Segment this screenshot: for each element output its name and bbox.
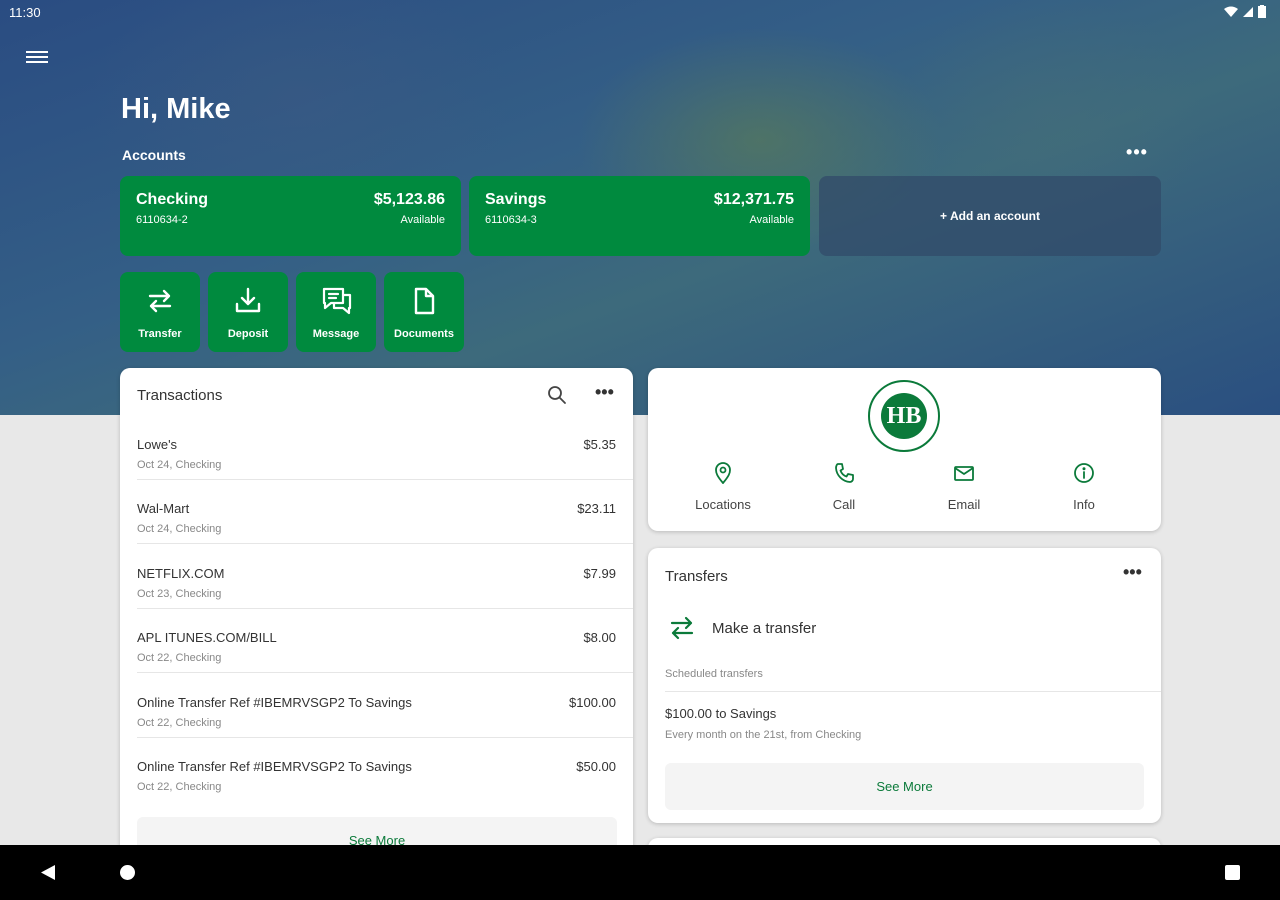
greeting-title: Hi, Mike xyxy=(121,93,231,125)
email-label: Email xyxy=(947,497,981,512)
account-name: Savings xyxy=(485,191,547,208)
divider xyxy=(665,691,1161,692)
transaction-description: APL ITUNES.COM/BILL xyxy=(137,630,277,645)
status-bar: 11:30 xyxy=(0,0,1280,26)
scheduled-transfer-detail: Every month on the 21st, from Checking xyxy=(665,729,862,741)
documents-label: Documents xyxy=(394,328,454,340)
deposit-icon xyxy=(235,287,261,313)
call-label: Call xyxy=(832,497,856,512)
status-icons xyxy=(1224,5,1266,18)
divider xyxy=(137,608,633,609)
transaction-date: Oct 22, Checking xyxy=(137,717,222,729)
transfer-icon xyxy=(670,616,694,640)
transaction-row[interactable]: Wal-Mart Oct 24, Checking $23.11 xyxy=(120,501,633,565)
balance-label: Available xyxy=(749,214,794,226)
transfers-card: Transfers ••• Make a transfer Scheduled … xyxy=(648,548,1161,823)
transaction-amount: $5.35 xyxy=(583,437,616,452)
recent-apps-icon[interactable] xyxy=(1225,865,1240,880)
transactions-card: Transactions ••• Lowe's Oct 24, Checking… xyxy=(120,368,633,868)
transaction-row[interactable]: Lowe's Oct 24, Checking $5.35 xyxy=(120,437,633,501)
add-account-button[interactable]: + Add an account xyxy=(819,176,1161,256)
accounts-more-icon[interactable]: ••• xyxy=(1126,143,1148,163)
account-card-checking[interactable]: Checking 6110634-2 $5,123.86 Available xyxy=(120,176,461,256)
transaction-date: Oct 22, Checking xyxy=(137,652,222,664)
transaction-date: Oct 23, Checking xyxy=(137,588,222,600)
transaction-row[interactable]: APL ITUNES.COM/BILL Oct 22, Checking $8.… xyxy=(120,630,633,694)
bank-logo-text: HB xyxy=(881,393,927,439)
transfers-see-more-button[interactable]: See More xyxy=(665,763,1144,810)
transaction-amount: $7.99 xyxy=(583,566,616,581)
deposit-label: Deposit xyxy=(227,328,269,340)
email-button[interactable]: Email xyxy=(914,462,1014,512)
account-balance: $5,123.86 xyxy=(373,191,445,208)
transactions-more-icon[interactable]: ••• xyxy=(595,383,614,401)
info-icon xyxy=(1074,463,1094,483)
transfer-button[interactable]: Transfer xyxy=(120,272,200,352)
scheduled-transfer-item[interactable]: $100.00 to Savings Every month on the 21… xyxy=(665,706,861,741)
transfers-more-icon[interactable]: ••• xyxy=(1123,563,1142,581)
transaction-date: Oct 24, Checking xyxy=(137,459,222,471)
account-balance: $12,371.75 xyxy=(713,191,794,208)
balance-label: Available xyxy=(400,214,445,226)
transfer-icon xyxy=(148,289,172,313)
back-icon[interactable] xyxy=(40,864,56,881)
documents-button[interactable]: Documents xyxy=(384,272,464,352)
transaction-description: Online Transfer Ref #IBEMRVSGP2 To Savin… xyxy=(137,695,412,710)
transactions-title: Transactions xyxy=(137,387,223,404)
home-icon[interactable] xyxy=(120,865,135,880)
transaction-date: Oct 22, Checking xyxy=(137,781,222,793)
transaction-amount: $100.00 xyxy=(569,695,616,710)
info-button[interactable]: Info xyxy=(1034,462,1134,512)
transaction-description: Online Transfer Ref #IBEMRVSGP2 To Savin… xyxy=(137,759,412,774)
message-icon xyxy=(322,287,352,315)
bank-info-card: HB Locations Call Email Info xyxy=(648,368,1161,531)
account-name: Checking xyxy=(136,191,209,208)
battery-icon xyxy=(1258,5,1266,18)
account-number: 6110634-2 xyxy=(136,214,188,226)
info-label: Info xyxy=(1073,497,1095,512)
email-icon xyxy=(954,466,974,481)
location-pin-icon xyxy=(715,462,731,485)
account-card-savings[interactable]: Savings 6110634-3 $12,371.75 Available xyxy=(469,176,810,256)
account-number: 6110634-3 xyxy=(485,214,537,226)
phone-icon xyxy=(835,463,854,483)
message-button[interactable]: Message xyxy=(296,272,376,352)
transaction-description: Wal-Mart xyxy=(137,501,190,516)
transfer-label: Transfer xyxy=(138,328,182,340)
hamburger-menu-icon[interactable] xyxy=(26,48,48,66)
transaction-amount: $23.11 xyxy=(577,501,616,516)
transfers-title: Transfers xyxy=(665,568,728,585)
transaction-description: NETFLIX.COM xyxy=(137,566,225,581)
bank-logo: HB xyxy=(868,380,940,452)
document-icon xyxy=(414,287,435,315)
transaction-date: Oct 24, Checking xyxy=(137,523,222,535)
make-transfer-label: Make a transfer xyxy=(712,620,817,637)
transaction-amount: $8.00 xyxy=(583,630,616,645)
transaction-description: Lowe's xyxy=(137,437,178,452)
deposit-button[interactable]: Deposit xyxy=(208,272,288,352)
locations-button[interactable]: Locations xyxy=(673,462,773,512)
status-time: 11:30 xyxy=(9,5,41,20)
transaction-row[interactable]: Online Transfer Ref #IBEMRVSGP2 To Savin… xyxy=(120,759,633,823)
transaction-row[interactable]: NETFLIX.COM Oct 23, Checking $7.99 xyxy=(120,566,633,630)
scheduled-transfers-label: Scheduled transfers xyxy=(665,668,763,680)
message-label: Message xyxy=(312,328,360,340)
divider xyxy=(137,479,633,480)
search-icon[interactable] xyxy=(547,385,567,405)
transaction-amount: $50.00 xyxy=(576,759,616,774)
transaction-row[interactable]: Online Transfer Ref #IBEMRVSGP2 To Savin… xyxy=(120,695,633,759)
divider xyxy=(137,672,633,673)
divider xyxy=(137,543,633,544)
make-transfer-button[interactable]: Make a transfer xyxy=(665,610,1145,646)
accounts-label: Accounts xyxy=(122,147,186,163)
locations-label: Locations xyxy=(695,497,751,512)
scheduled-transfer-amount: $100.00 to Savings xyxy=(665,706,777,721)
wifi-icon xyxy=(1224,6,1238,17)
divider xyxy=(137,737,633,738)
system-navigation-bar xyxy=(0,845,1280,900)
call-button[interactable]: Call xyxy=(794,462,894,512)
signal-icon xyxy=(1243,6,1253,17)
